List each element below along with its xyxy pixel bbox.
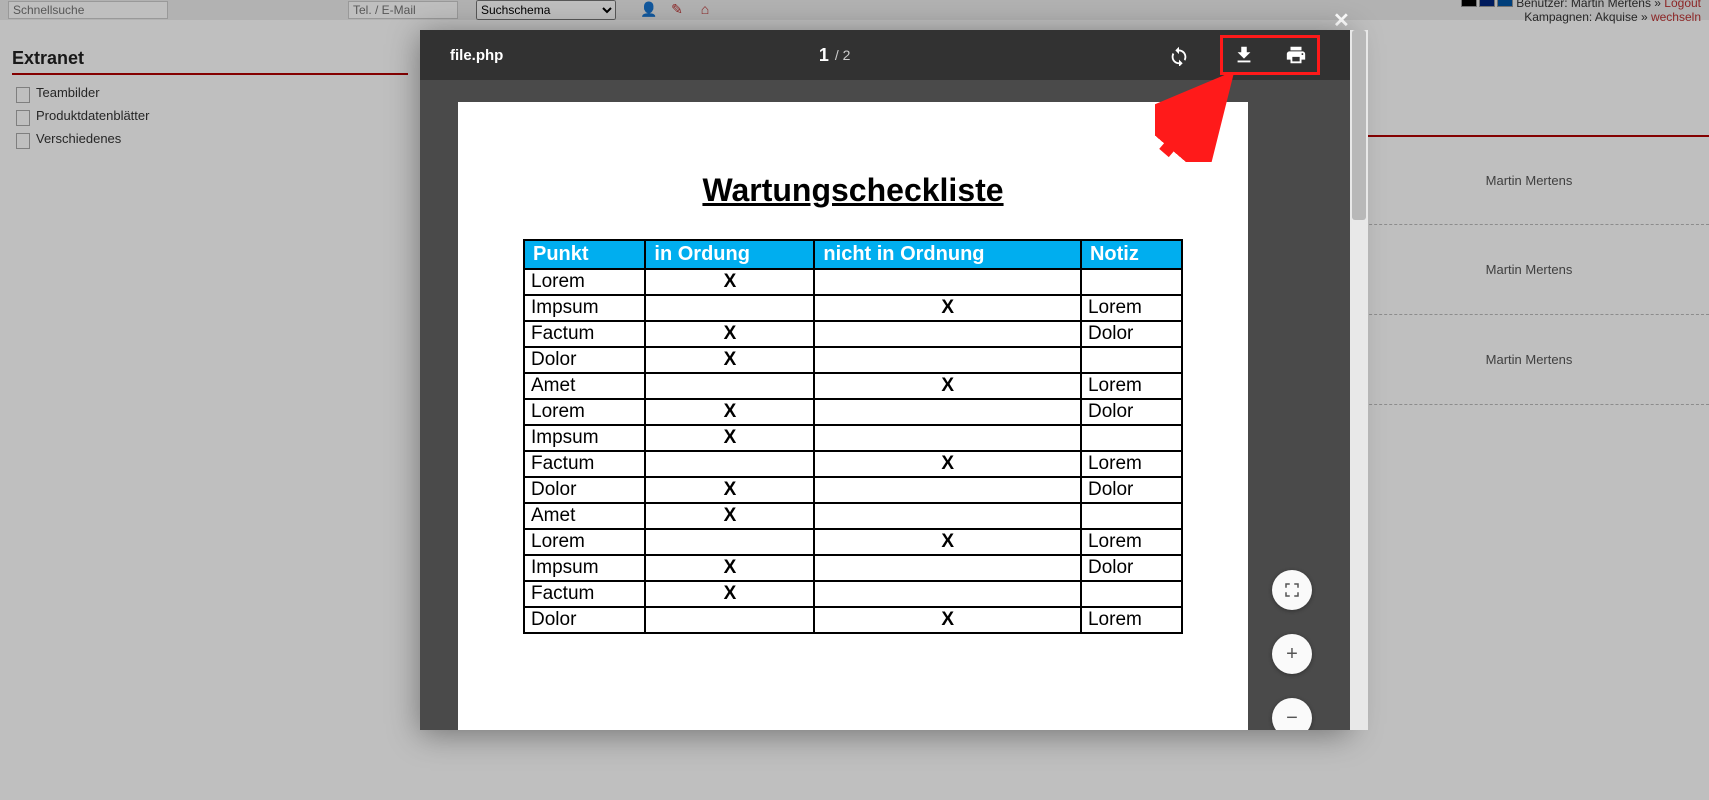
table-row: LoremX (524, 269, 1182, 295)
column-header: Punkt (524, 240, 645, 269)
table-row: Amet XLorem (524, 373, 1182, 399)
table-cell: Factum (524, 321, 645, 347)
table-cell: Lorem (1081, 373, 1182, 399)
table-cell: Impsum (524, 555, 645, 581)
table-row: ImpsumX (524, 425, 1182, 451)
table-cell: Dolor (1081, 321, 1182, 347)
table-cell (814, 425, 1081, 451)
table-row: FactumX (524, 581, 1182, 607)
rotate-button[interactable] (1166, 42, 1192, 68)
table-row: DolorX (524, 347, 1182, 373)
table-cell (645, 295, 814, 321)
zoom-controls: + − (1272, 570, 1312, 730)
table-row: AmetX (524, 503, 1182, 529)
table-cell: Dolor (524, 477, 645, 503)
table-row: FactumX Dolor (524, 321, 1182, 347)
table-cell: Lorem (524, 269, 645, 295)
viewer-scrollbar[interactable] (1350, 30, 1368, 730)
table-cell: Impsum (524, 425, 645, 451)
zoom-out-button[interactable]: − (1272, 698, 1312, 730)
table-cell (1081, 347, 1182, 373)
page-indicator: 1 / 2 (819, 45, 851, 66)
table-cell: X (645, 555, 814, 581)
download-button[interactable] (1231, 42, 1257, 68)
table-cell (814, 555, 1081, 581)
pdf-page: Wartungscheckliste Punktin Ordungnicht i… (458, 102, 1248, 730)
table-cell (1081, 425, 1182, 451)
table-cell (645, 529, 814, 555)
table-cell (814, 477, 1081, 503)
table-row: LoremX Dolor (524, 399, 1182, 425)
table-cell: X (645, 503, 814, 529)
table-row: ImpsumX Dolor (524, 555, 1182, 581)
zoom-in-button[interactable]: + (1272, 634, 1312, 674)
table-cell: X (814, 451, 1081, 477)
table-cell (1081, 503, 1182, 529)
table-cell: Factum (524, 451, 645, 477)
scrollbar-thumb[interactable] (1352, 30, 1366, 220)
table-cell: Lorem (1081, 295, 1182, 321)
checklist-table: Punktin Ordungnicht in OrdnungNotiz Lore… (523, 239, 1183, 634)
table-cell: X (645, 581, 814, 607)
table-cell: Lorem (1081, 451, 1182, 477)
table-cell: Impsum (524, 295, 645, 321)
table-row: Impsum XLorem (524, 295, 1182, 321)
table-cell: Lorem (524, 529, 645, 555)
table-row: LoremXLorem (524, 529, 1182, 555)
table-cell: Lorem (524, 399, 645, 425)
table-cell (814, 269, 1081, 295)
viewer-toolbar: file.php 1 / 2 (420, 30, 1350, 80)
viewer-body[interactable]: Wartungscheckliste Punktin Ordungnicht i… (420, 80, 1350, 730)
table-cell: Dolor (1081, 399, 1182, 425)
table-cell: Lorem (1081, 607, 1182, 633)
table-cell: Dolor (1081, 555, 1182, 581)
table-cell: X (645, 347, 814, 373)
table-cell (645, 373, 814, 399)
table-cell: Dolor (1081, 477, 1182, 503)
table-cell: Dolor (524, 347, 645, 373)
table-cell: X (814, 373, 1081, 399)
table-cell (645, 607, 814, 633)
column-header: nicht in Ordnung (814, 240, 1081, 269)
table-cell: X (814, 295, 1081, 321)
table-cell (645, 451, 814, 477)
table-cell: X (645, 399, 814, 425)
table-cell: Amet (524, 373, 645, 399)
table-cell (814, 347, 1081, 373)
table-row: Dolor XLorem (524, 607, 1182, 633)
column-header: Notiz (1081, 240, 1182, 269)
table-row: Factum XLorem (524, 451, 1182, 477)
table-cell (814, 321, 1081, 347)
table-cell (1081, 581, 1182, 607)
table-cell: X (814, 529, 1081, 555)
column-header: in Ordung (645, 240, 814, 269)
table-cell: X (645, 425, 814, 451)
table-cell: X (645, 321, 814, 347)
table-cell: Amet (524, 503, 645, 529)
document-title: Wartungscheckliste (498, 172, 1208, 209)
pdf-viewer: file.php 1 / 2 Wartungscheckliste Punkti… (420, 30, 1350, 730)
table-cell: Lorem (1081, 529, 1182, 555)
table-cell (814, 581, 1081, 607)
table-cell: Dolor (524, 607, 645, 633)
fit-to-page-button[interactable] (1272, 570, 1312, 610)
table-cell (1081, 269, 1182, 295)
print-button[interactable] (1283, 42, 1309, 68)
table-cell (814, 399, 1081, 425)
filename-label: file.php (450, 47, 503, 64)
table-cell (814, 503, 1081, 529)
table-cell: Factum (524, 581, 645, 607)
table-cell: X (645, 269, 814, 295)
table-cell: X (645, 477, 814, 503)
highlighted-actions (1220, 35, 1320, 75)
table-row: DolorXDolor (524, 477, 1182, 503)
table-cell: X (814, 607, 1081, 633)
